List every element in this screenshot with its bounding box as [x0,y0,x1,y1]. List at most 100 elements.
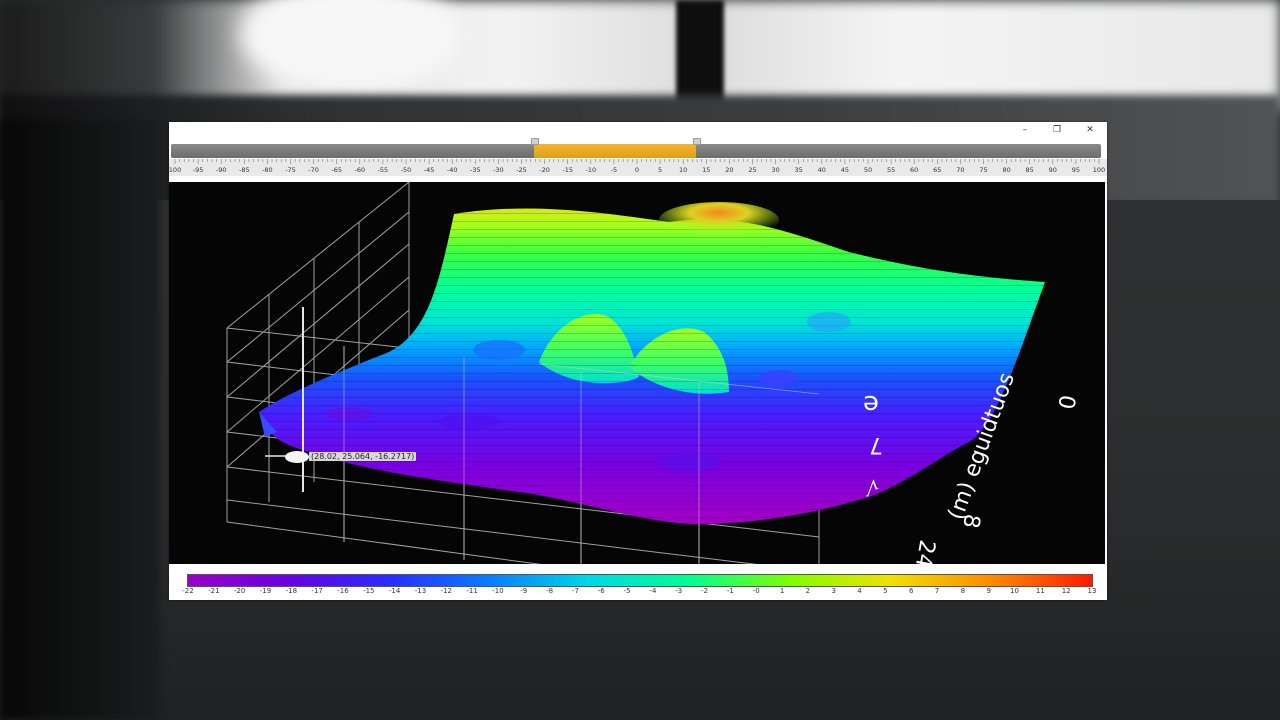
close-button[interactable]: ✕ [1074,122,1106,138]
surface-mesh [259,202,1045,525]
range-slider-selection[interactable] [533,144,697,158]
ruler-tick-label: -55 [378,166,389,174]
axis-glyph-1: e [863,389,879,419]
ruler-tick-label: 70 [956,166,964,174]
colorbar-tick-label: 8 [960,587,966,595]
colorbar-tick-label: -19 [259,587,272,595]
range-slider-track[interactable] [171,144,1101,158]
ruler-tick-label: -45 [424,166,435,174]
colorbar-tick-label: 4 [857,587,862,595]
colorbar-tick-label: -15 [363,587,375,595]
ruler-tick-label: 90 [1049,166,1057,174]
colorbar-tick-label: 5 [883,587,888,595]
colorbar-tick-label: -22 [182,587,194,595]
minimize-button[interactable]: – [1009,122,1041,138]
ruler-tick-label: 100 [169,166,181,174]
ruler-tick-label: 30 [771,166,779,174]
ruler-tick-label: -5 [611,166,617,174]
ruler-tick-label: -70 [308,166,319,174]
colorbar-tick-label: -18 [285,587,298,595]
background-left-edge [0,120,160,720]
ruler-tick-label: 45 [841,166,849,174]
colorbar-tick-label: 1 [779,587,785,595]
colorbar-tick-label: -5 [623,587,631,595]
ruler-tick-label: 50 [864,166,872,174]
range-slider-right-handle[interactable] [693,138,702,145]
colorbar-tick-label: -11 [466,587,478,595]
ruler-tick-label: 20 [725,166,733,174]
ruler-tick-label: -60 [354,166,365,174]
colorbar-tick-label: -17 [311,587,323,595]
axis-glyph-2: 7 [869,432,883,457]
ruler-tick-label: 40 [818,166,826,174]
ruler-tick-label: 15 [702,166,710,174]
ruler-tick-label: 85 [1026,166,1034,174]
ruler-tick-label: 55 [887,166,895,174]
title-bar: – ❐ ✕ [169,122,1107,138]
colorbar-tick-label: -20 [233,587,246,595]
colorbar-tick-label: 6 [908,587,914,595]
surface-plot-canvas[interactable]: e 7 √ (m) eguidtuos 0 8 24 (28.02, 25.06… [169,182,1105,564]
ruler-tick-label: -35 [470,166,481,174]
colorbar-tick-label: -14 [388,587,401,595]
range-ruler: 100 -95 -90 -85 -80 -75 -70 -65 -60 -55 -50 -45 -40-… [169,159,1107,176]
ruler-tick-label: -50 [401,166,412,174]
ruler-tick-label: -10 [585,166,596,174]
ruler-tick-label: -40 [447,166,458,174]
ruler-tick-label: 80 [1002,166,1010,174]
cursor-coordinate-readout: (28.02, 25.064, -16.2717) [309,452,417,461]
ruler-tick-label: 75 [979,166,987,174]
colorbar-tick-label: 11 [1035,587,1045,595]
ruler-tick-label: -25 [516,166,527,174]
ruler-tick-label: -65 [331,166,342,174]
axis-number-8: 8 [957,512,984,530]
ruler-tick-label: 0 [635,166,639,174]
colorbar-tick-label: 10 [1010,587,1019,595]
colorbar-tick-label: 12 [1061,587,1071,595]
axis-number-24: 24 [910,538,939,564]
range-slider-left-handle[interactable] [530,138,539,145]
ruler-tick-label: -90 [216,166,227,174]
colorbar-tick-label: -10 [492,587,504,595]
ruler-tick-label: -80 [262,166,273,174]
ruler-tick-label: 95 [1072,166,1080,174]
colorbar-tick-label: -12 [440,587,452,595]
colorbar-tick-label: 3 [831,587,836,595]
colorbar-tick-label: -3 [675,587,683,595]
colorbar-tick-label: -7 [571,587,579,595]
ruler-tick-label: -30 [493,166,504,174]
colorbar-tick-label: 13 [1087,587,1097,595]
ruler-tick-label: 10 [679,166,687,174]
ruler-tick-label: -85 [239,166,250,174]
colorbar-tick-label: -9 [520,587,528,595]
background-light-area [0,0,1280,110]
colorbar-tick-label: -6 [597,587,605,595]
ruler-tick-label: 65 [933,166,941,174]
colorbar-tick-labels: -22 -21 -20 -19 -18 -17 -16 -15 -14 -13 -12 -11 -10-… [169,587,1107,599]
colorbar-tick-label: -4 [649,587,657,595]
maximize-button[interactable]: ❐ [1041,122,1073,138]
ruler-tick-label: 25 [748,166,756,174]
colorbar-tick-label: 9 [986,587,991,595]
ruler-tick-label: 100 [1093,166,1105,174]
colorbar-tick-label: -16 [337,587,349,595]
colorbar-tick-label: -13 [414,587,427,595]
ruler-tick-label: 35 [795,166,803,174]
colorbar-tick-label: 2 [805,587,811,595]
colorbar-tick-label: -1 [726,587,734,595]
ruler-tick-label: 60 [910,166,918,174]
ruler-tick-label: -95 [193,166,204,174]
colorbar-legend [187,574,1093,587]
ruler-tick-label: -15 [562,166,573,174]
axis-number-0: 0 [1052,393,1079,411]
colorbar-tick-label: -0 [752,587,760,595]
colorbar-tick-label: -21 [208,587,220,595]
ruler-tick-label: 5 [658,166,662,174]
ruler-ticks: 100 -95 -90 -85 -80 -75 -70 -65 -60 -55 -50 -45 -40-… [169,159,1105,174]
surface-plot-window: – ❐ ✕ 100 -95 -90 -85 -80 -75 -70 -65 -60 -55 -50-… [169,122,1107,600]
colorbar-tick-label: -8 [546,587,554,595]
ruler-tick-label: -75 [285,166,296,174]
axis-glyph-3: √ [866,475,879,499]
colorbar-tick-label: -2 [701,587,709,595]
surface-plot-svg: e 7 √ (m) eguidtuos 0 8 24 [226,182,1079,564]
